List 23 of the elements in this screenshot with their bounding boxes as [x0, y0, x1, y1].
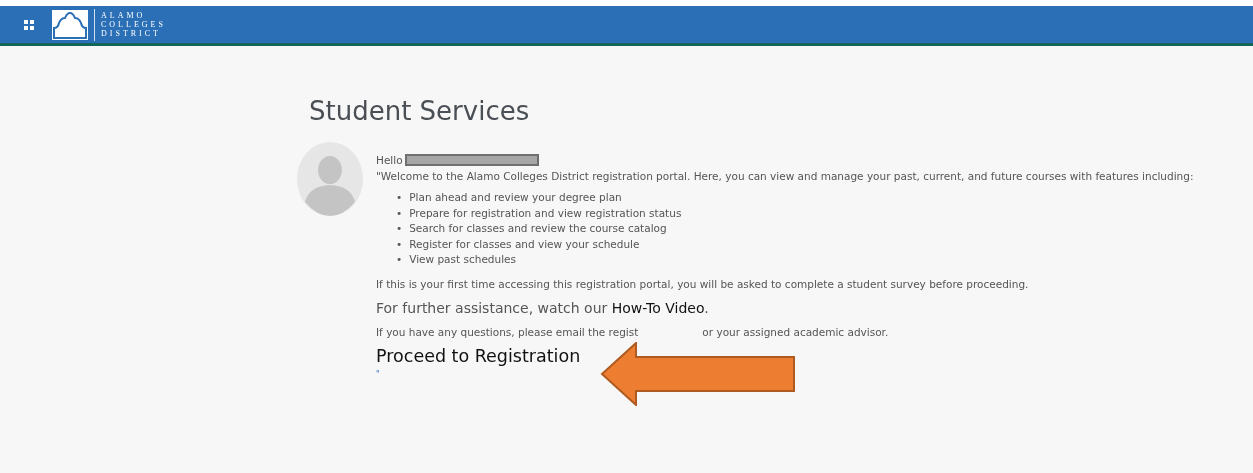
- bullet-mark: •: [396, 205, 403, 221]
- logo-text-line: DISTRICT: [101, 29, 162, 38]
- feature-item: Prepare for registration and view registration status: [409, 205, 682, 221]
- survey-note: If this is your first time accessing this registration portal, you will be asked to complete a student survey before proceeding.: [376, 276, 1030, 292]
- logo-text-line: ALAMO: [101, 11, 147, 20]
- assistance-text: For further assistance, watch our How-To Video.: [376, 298, 710, 318]
- welcome-text: "Welcome to the Alamo Colleges District registration portal. Here, you can view and manage your past, current, and future courses with features including:: [376, 169, 1194, 184]
- bullet-mark: •: [396, 221, 403, 237]
- proceed-link[interactable]: Proceed to Registration: [376, 343, 581, 368]
- feature-item: Plan ahead and review your degree plan: [409, 190, 622, 205]
- questions-note: or your assigned academic advisor.: [702, 324, 889, 340]
- page-title: Student Services: [309, 96, 531, 126]
- closing-quote: ": [376, 369, 381, 379]
- logo-text-line: COLLEGES: [101, 20, 166, 29]
- questions-note: If you have any questions, please email the regist: [376, 324, 639, 340]
- feature-item: Search for classes and review the course catalog: [409, 221, 667, 237]
- bullet-mark: •: [396, 190, 403, 205]
- feature-item: View past schedules: [409, 252, 516, 268]
- feature-item: Register for classes and view your schedule: [409, 236, 640, 252]
- greeting-text: Hello: [376, 154, 403, 166]
- bullet-mark: •: [396, 252, 403, 268]
- bullet-mark: •: [396, 236, 403, 252]
- how-to-video-link[interactable]: How-To Video: [611, 299, 705, 316]
